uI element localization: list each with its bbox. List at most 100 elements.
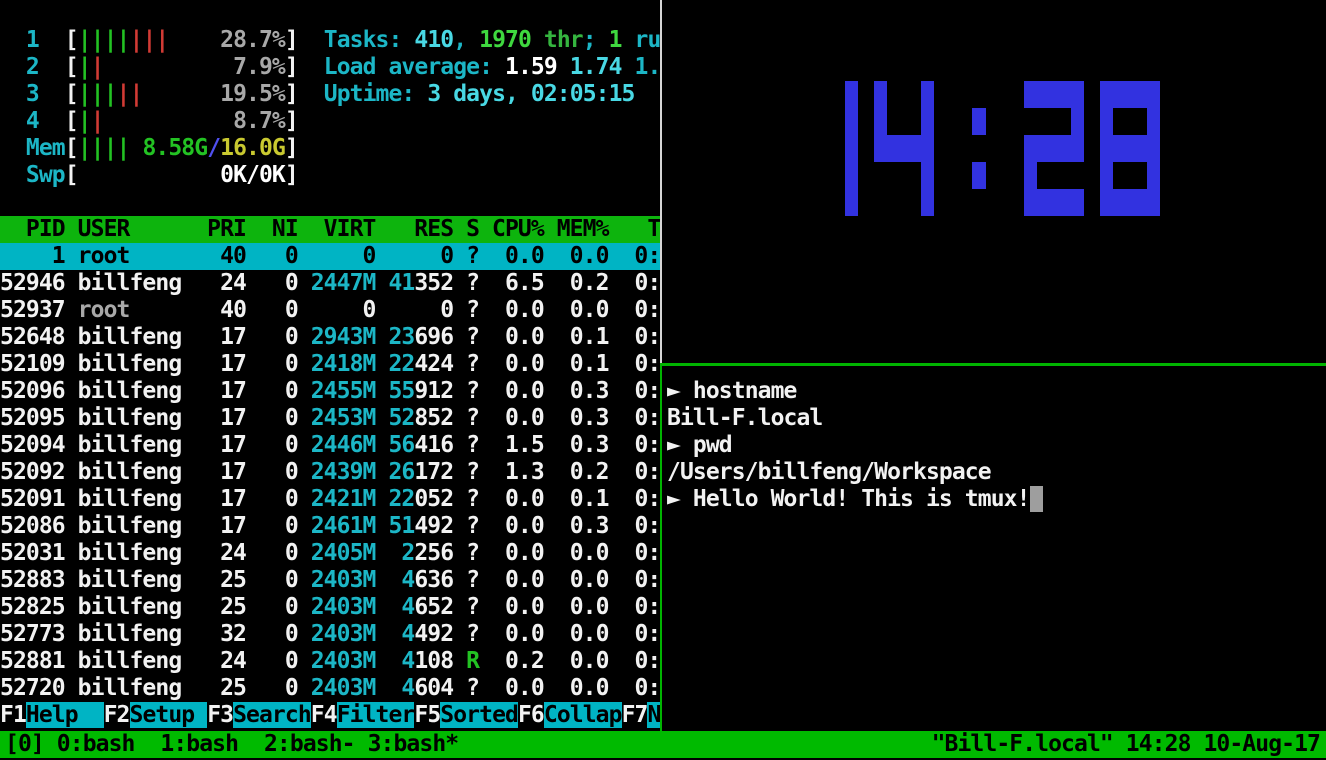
process-row-52095[interactable]: 52095 billfeng 17 0 2453M 52852 ? 0.0 0.… <box>0 405 660 432</box>
window-tab-3-current[interactable]: 3:bash* <box>368 731 459 757</box>
text-segment: 52720 billfeng 25 0 <box>0 675 311 701</box>
clock-pane[interactable] <box>663 0 1326 363</box>
text-segment: 40 0 0 0 ? 0.0 0.0 0: <box>207 297 660 323</box>
fkey-f5[interactable]: F5 <box>414 702 440 728</box>
process-row-52883[interactable]: 52883 billfeng 25 0 2403M 4636 ? 0.0 0.0… <box>0 567 660 594</box>
process-row-52937[interactable]: 52937 root 40 0 0 0 ? 0.0 0.0 0: <box>0 297 660 324</box>
fkey-f1[interactable]: F1 <box>0 702 26 728</box>
htop-fkey-setup[interactable]: Setup <box>130 702 208 728</box>
process-row-1-selected[interactable]: 1 root 40 0 0 0 ? 0.0 0.0 0: <box>0 243 660 270</box>
process-row-52773[interactable]: 52773 billfeng 32 0 2403M 4492 ? 0.0 0.0… <box>0 621 660 648</box>
htop-pane[interactable]: 1 [||||||| 28.7%] Tasks: 410, 1970 thr; … <box>0 0 660 729</box>
clock-cell <box>1147 108 1160 135</box>
clock-digit-4 <box>874 81 934 216</box>
tmux-terminal-screen: 1 [||||||| 28.7%] Tasks: 410, 1970 thr; … <box>0 0 1326 760</box>
text-segment <box>375 351 388 377</box>
text-segment: ? 0.0 0.0 0: <box>453 621 660 647</box>
process-row-52031[interactable]: 52031 billfeng 24 0 2405M 2256 ? 0.0 0.0… <box>0 540 660 567</box>
process-row-52946[interactable]: 52946 billfeng 24 0 2447M 41352 ? 6.5 0.… <box>0 270 660 297</box>
text-segment: 4 <box>0 108 65 134</box>
clock-cell <box>1100 189 1113 216</box>
text-segment: 1.74 <box>570 54 622 80</box>
text-segment: | <box>78 108 91 134</box>
text-segment: 52091 billfeng 17 0 <box>0 486 311 512</box>
text-segment <box>355 731 368 757</box>
process-row-52109[interactable]: 52109 billfeng 17 0 2418M 22424 ? 0.0 0.… <box>0 351 660 378</box>
clock-cell <box>874 108 887 135</box>
text-segment: 4 <box>401 675 414 701</box>
text-segment: 2403M <box>311 648 376 674</box>
text-segment <box>238 731 264 757</box>
text-segment: 2421M <box>311 486 376 512</box>
text-segment: ; <box>583 27 609 53</box>
clock-cell <box>1147 135 1160 162</box>
clock-cell <box>1147 189 1160 216</box>
clock-cell <box>798 162 811 189</box>
process-table-header[interactable]: PID USER PRI NI VIRT RES S CPU% MEM% T <box>0 216 660 243</box>
hostname-output: Bill-F.local <box>667 405 822 431</box>
text-segment: 696 <box>414 324 453 350</box>
process-row-52881[interactable]: 52881 billfeng 24 0 2403M 4108 R 0.2 0.0… <box>0 648 660 675</box>
fkey-f4[interactable]: F4 <box>311 702 337 728</box>
text-segment: ? 0.0 0.0 0: <box>453 675 660 701</box>
fkey-f6[interactable]: F6 <box>518 702 544 728</box>
htop-fkey-nice[interactable]: N <box>647 702 660 728</box>
fkey-f2[interactable]: F2 <box>104 702 130 728</box>
process-row-52092[interactable]: 52092 billfeng 17 0 2439M 26172 ? 1.3 0.… <box>0 459 660 486</box>
clock-cell <box>1147 81 1160 108</box>
window-tab-2-last[interactable]: 2:bash- <box>264 731 355 757</box>
text-segment <box>130 135 143 161</box>
text-segment: 52096 billfeng 17 0 <box>0 378 311 404</box>
text-segment: | <box>91 108 104 134</box>
text-segment <box>375 378 388 404</box>
fkey-f7[interactable]: F7 <box>622 702 648 728</box>
text-segment: 52031 billfeng 24 0 <box>0 540 311 566</box>
text-segment: ||| <box>130 27 169 53</box>
clock-cell <box>972 108 986 135</box>
window-tab-0[interactable]: 0:bash <box>57 731 135 757</box>
text-segment: 2418M <box>311 351 376 377</box>
clock-cell <box>811 162 845 189</box>
clock-cell <box>1071 81 1084 108</box>
text-segment: 424 <box>414 351 453 377</box>
text-segment: [ <box>65 135 78 161</box>
window-tab-1[interactable]: 1:bash <box>160 731 238 757</box>
tmux-status-right: "Bill-F.local" 14:28 10-Aug-17 <box>932 731 1320 758</box>
clock-cell <box>1037 135 1071 162</box>
text-segment <box>375 594 401 620</box>
text-segment: 4 <box>401 648 414 674</box>
fkey-f3[interactable]: F3 <box>207 702 233 728</box>
text-segment: , <box>453 27 479 53</box>
text-segment: 1 <box>0 27 65 53</box>
text-segment: root <box>78 297 195 323</box>
process-row-52096[interactable]: 52096 billfeng 17 0 2455M 55912 ? 0.0 0.… <box>0 378 660 405</box>
text-segment: 492 <box>414 621 453 647</box>
text-segment <box>168 27 220 53</box>
clock-cell <box>798 189 811 216</box>
text-segment: 52094 billfeng 17 0 <box>0 432 311 458</box>
shell-pane[interactable]: ► hostnameBill-F.local► pwd/Users/billfe… <box>663 366 1326 731</box>
process-row-52825[interactable]: 52825 billfeng 25 0 2403M 4652 ? 0.0 0.0… <box>0 594 660 621</box>
htop-fkey-filter[interactable]: Filter <box>337 702 415 728</box>
text-segment: 1 <box>609 27 622 53</box>
htop-fkey-search[interactable]: Search <box>233 702 311 728</box>
clock-cell <box>1071 162 1084 189</box>
text-segment: ? 0.0 0.0 0: <box>453 567 660 593</box>
process-row-52086[interactable]: 52086 billfeng 17 0 2461M 51492 ? 0.0 0.… <box>0 513 660 540</box>
process-row-52091[interactable]: 52091 billfeng 17 0 2421M 22052 ? 0.0 0.… <box>0 486 660 513</box>
clock-cell <box>1113 108 1147 135</box>
text-segment <box>78 162 220 188</box>
text-segment <box>375 459 388 485</box>
htop-fkey-sorted[interactable]: Sorted <box>440 702 518 728</box>
text-segment: ? 1.3 0.2 0: <box>453 459 660 485</box>
text-segment <box>375 648 401 674</box>
htop-fkey-collap[interactable]: Collap <box>544 702 622 728</box>
text-segment: | <box>91 54 104 80</box>
htop-fkey-help[interactable]: Help <box>26 702 104 728</box>
tmux-status-left-area: [0] 0:bash 1:bash 2:bash- 3:bash* <box>0 731 458 758</box>
process-row-52094[interactable]: 52094 billfeng 17 0 2446M 56416 ? 1.5 0.… <box>0 432 660 459</box>
process-row-52648[interactable]: 52648 billfeng 17 0 2943M 23696 ? 0.0 0.… <box>0 324 660 351</box>
process-row-52720[interactable]: 52720 billfeng 25 0 2403M 4604 ? 0.0 0.0… <box>0 675 660 702</box>
clock-cell <box>798 81 811 108</box>
text-segment: 2403M <box>311 567 376 593</box>
